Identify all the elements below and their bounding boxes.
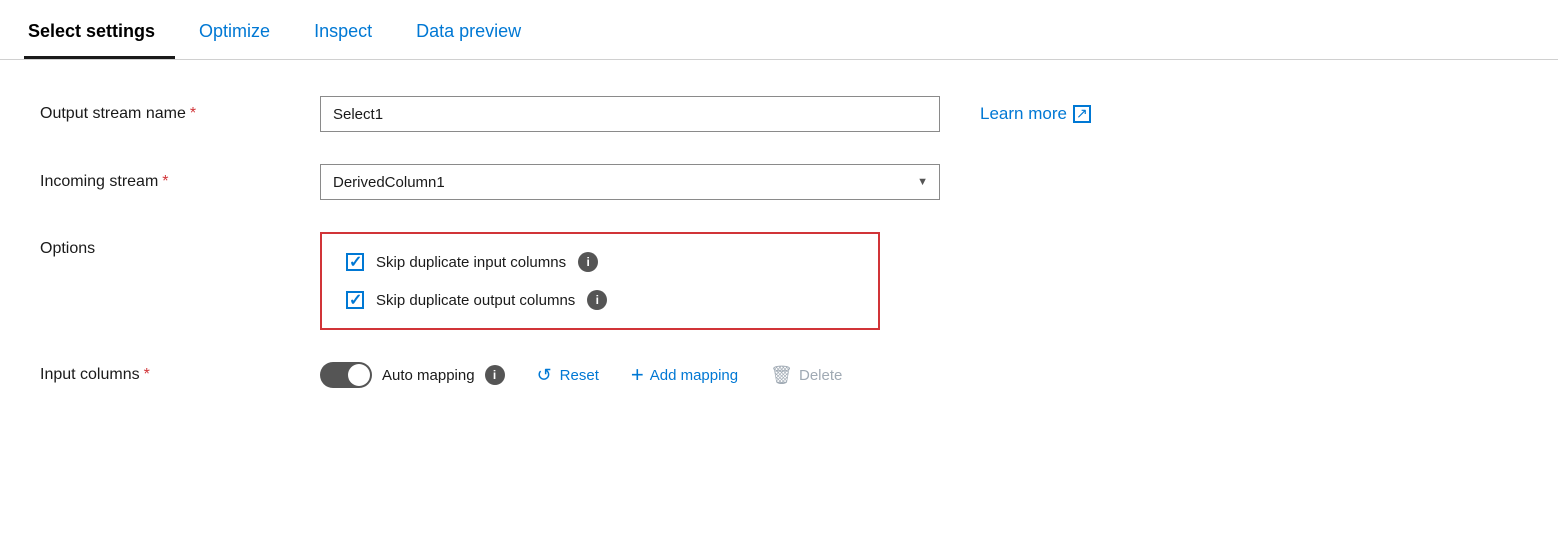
incoming-stream-select[interactable]: DerivedColumn1: [320, 164, 940, 200]
required-star-input-cols: *: [144, 366, 150, 383]
output-stream-name-control: Learn more: [320, 96, 1518, 132]
skip-duplicate-output-info-icon[interactable]: i: [587, 290, 607, 310]
skip-duplicate-input-row: Skip duplicate input columns i: [346, 252, 854, 272]
skip-duplicate-output-checkbox[interactable]: [346, 291, 364, 309]
auto-mapping-label: Auto mapping: [382, 367, 475, 384]
incoming-stream-row: Incoming stream* DerivedColumn1: [40, 164, 1518, 200]
plus-icon: +: [631, 364, 644, 386]
output-stream-name-input[interactable]: [320, 96, 940, 132]
auto-mapping-info-icon[interactable]: i: [485, 365, 505, 385]
incoming-stream-label: Incoming stream*: [40, 173, 320, 191]
delete-button[interactable]: 🗑 Delete: [770, 365, 842, 386]
auto-mapping-toggle[interactable]: [320, 362, 372, 388]
skip-duplicate-output-row: Skip duplicate output columns i: [346, 290, 854, 310]
input-columns-control: Auto mapping i ↺ Reset + Add mapping: [320, 362, 1518, 388]
skip-duplicate-input-info-icon[interactable]: i: [578, 252, 598, 272]
skip-duplicate-input-checkbox[interactable]: [346, 253, 364, 271]
add-mapping-button[interactable]: + Add mapping: [631, 364, 738, 386]
tab-optimize[interactable]: Optimize: [195, 9, 290, 59]
auto-mapping-toggle-wrapper: Auto mapping i: [320, 362, 505, 388]
tab-data-preview[interactable]: Data preview: [412, 9, 541, 59]
skip-duplicate-output-label: Skip duplicate output columns: [376, 292, 575, 309]
input-columns-row: Input columns* Auto mapping i ↺: [40, 362, 1518, 388]
required-star-incoming: *: [162, 173, 168, 190]
trash-icon: 🗑: [770, 365, 793, 386]
options-box: Skip duplicate input columns i Skip dupl…: [320, 232, 880, 330]
options-control: Skip duplicate input columns i Skip dupl…: [320, 232, 1518, 330]
skip-duplicate-input-label: Skip duplicate input columns: [376, 254, 566, 271]
tab-select-settings[interactable]: Select settings: [24, 9, 175, 59]
external-link-icon: [1073, 105, 1091, 123]
learn-more-link[interactable]: Learn more: [980, 104, 1091, 124]
reset-button[interactable]: ↺ Reset: [537, 365, 599, 386]
toggle-thumb: [348, 364, 370, 386]
main-container: Select settings Optimize Inspect Data pr…: [0, 0, 1558, 549]
options-label: Options: [40, 232, 320, 258]
required-star-output: *: [190, 105, 196, 122]
tab-bar: Select settings Optimize Inspect Data pr…: [0, 0, 1558, 60]
input-cols-controls: Auto mapping i ↺ Reset + Add mapping: [320, 362, 842, 388]
input-columns-label: Input columns*: [40, 366, 320, 384]
incoming-stream-control: DerivedColumn1: [320, 164, 1518, 200]
options-row: Options Skip duplicate input columns i S…: [40, 232, 1518, 330]
output-stream-name-label: Output stream name*: [40, 105, 320, 123]
reset-icon: ↺: [537, 365, 552, 386]
content-area: Output stream name* Learn more Incoming …: [0, 60, 1558, 424]
output-stream-name-row: Output stream name* Learn more: [40, 96, 1518, 132]
tab-inspect[interactable]: Inspect: [310, 9, 392, 59]
incoming-stream-select-wrapper: DerivedColumn1: [320, 164, 940, 200]
